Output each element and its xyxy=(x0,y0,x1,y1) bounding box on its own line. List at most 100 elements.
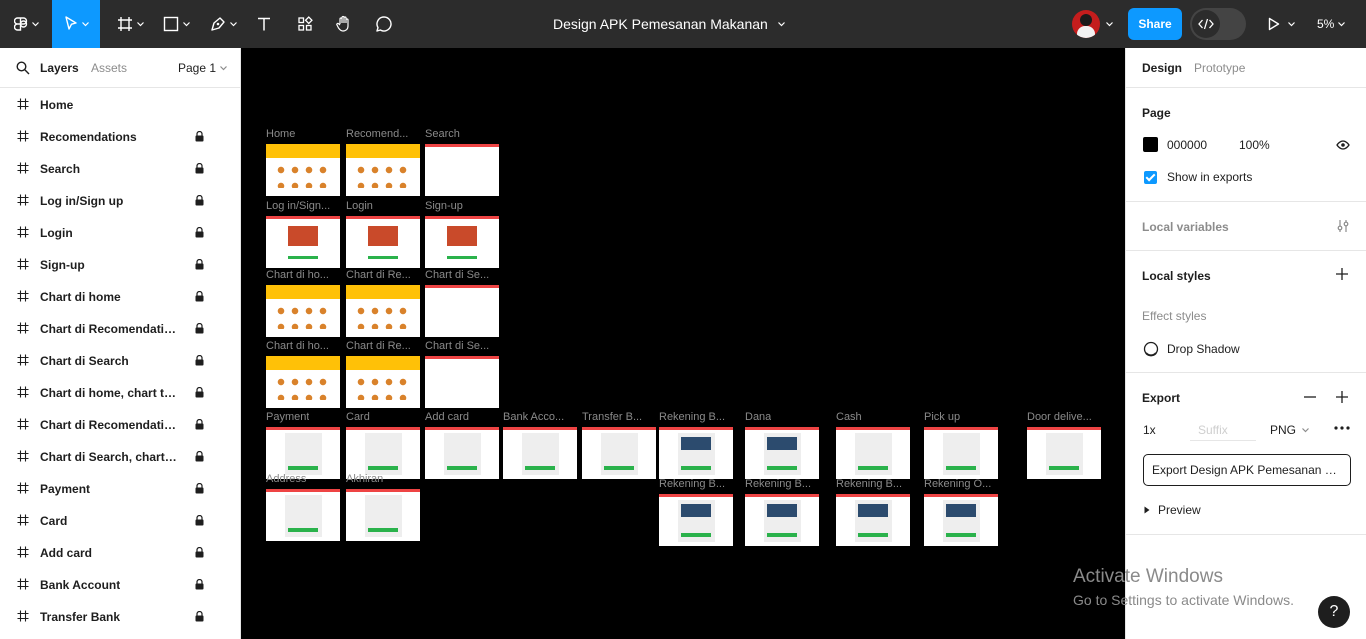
frame-thumbnail[interactable] xyxy=(745,494,819,546)
lock-icon[interactable] xyxy=(195,483,204,494)
frame-label[interactable]: Rekening B... xyxy=(659,478,725,490)
lock-icon[interactable] xyxy=(195,323,204,334)
export-button[interactable]: Export Design APK Pemesanan Makanan xyxy=(1143,454,1351,486)
layer-item[interactable]: Login xyxy=(0,217,240,249)
frame-label[interactable]: Rekening B... xyxy=(836,478,902,490)
frame-label[interactable]: Chart di Se... xyxy=(425,340,489,352)
frame-thumbnail[interactable] xyxy=(425,356,499,408)
share-button[interactable]: Share xyxy=(1128,8,1182,40)
frame-thumbnail[interactable] xyxy=(425,216,499,268)
pen-tool-button[interactable] xyxy=(205,0,241,48)
frame-label[interactable]: Door delive... xyxy=(1027,411,1092,423)
frame-label[interactable]: Add card xyxy=(425,411,469,423)
drop-shadow-style[interactable]: Drop Shadow xyxy=(1167,342,1240,356)
frame-thumbnail[interactable] xyxy=(425,285,499,337)
frame-thumbnail[interactable] xyxy=(425,427,499,479)
eye-icon[interactable] xyxy=(1336,140,1350,150)
present-button[interactable] xyxy=(1262,0,1300,48)
frame-label[interactable]: Search xyxy=(425,128,460,140)
lock-icon[interactable] xyxy=(195,451,204,462)
frame-label[interactable]: Chart di Re... xyxy=(346,269,411,281)
frame-thumbnail[interactable] xyxy=(836,494,910,546)
lock-icon[interactable] xyxy=(195,355,204,366)
frame-thumbnail[interactable] xyxy=(266,216,340,268)
multiplayer-menu-button[interactable] xyxy=(1102,0,1116,48)
frame-label[interactable]: Login xyxy=(346,200,373,212)
minus-icon[interactable] xyxy=(1304,396,1316,398)
layer-item[interactable]: Chart di Recomendations xyxy=(0,313,240,345)
page-opacity-value[interactable]: 100% xyxy=(1239,138,1270,152)
frame-thumbnail[interactable] xyxy=(924,494,998,546)
layer-item[interactable]: Log in/Sign up xyxy=(0,185,240,217)
lock-icon[interactable] xyxy=(195,163,204,174)
tab-design[interactable]: Design xyxy=(1142,61,1182,75)
lock-icon[interactable] xyxy=(195,195,204,206)
document-title-menu[interactable]: Design APK Pemesanan Makanan xyxy=(553,0,785,48)
resources-button[interactable] xyxy=(292,0,318,48)
tab-assets[interactable]: Assets xyxy=(91,61,127,75)
frame-thumbnail[interactable] xyxy=(745,427,819,479)
frame-label[interactable]: Rekening O... xyxy=(924,478,991,490)
frame-thumbnail[interactable] xyxy=(266,285,340,337)
frame-label[interactable]: Chart di ho... xyxy=(266,340,329,352)
export-suffix-input[interactable]: Suffix xyxy=(1190,417,1256,441)
frame-label[interactable]: Bank Acco... xyxy=(503,411,564,423)
frame-thumbnail[interactable] xyxy=(1027,427,1101,479)
layer-item[interactable]: Search xyxy=(0,153,240,185)
plus-icon[interactable] xyxy=(1336,268,1348,280)
layer-item[interactable]: Chart di home xyxy=(0,281,240,313)
page-color-swatch[interactable] xyxy=(1143,137,1158,152)
move-tool-button[interactable] xyxy=(52,0,100,48)
frame-tool-button[interactable] xyxy=(112,0,148,48)
layer-item[interactable]: Home xyxy=(0,89,240,121)
frame-thumbnail[interactable] xyxy=(836,427,910,479)
frame-thumbnail[interactable] xyxy=(266,356,340,408)
comment-tool-button[interactable] xyxy=(372,0,396,48)
lock-icon[interactable] xyxy=(195,547,204,558)
export-scale[interactable]: 1x xyxy=(1143,423,1156,437)
frame-thumbnail[interactable] xyxy=(346,285,420,337)
layer-item[interactable]: Add card xyxy=(0,537,240,569)
layer-item[interactable]: Chart di Recomendation... xyxy=(0,409,240,441)
frame-thumbnail[interactable] xyxy=(346,427,420,479)
frame-label[interactable]: Payment xyxy=(266,411,309,423)
lock-icon[interactable] xyxy=(195,131,204,142)
lock-icon[interactable] xyxy=(195,227,204,238)
layer-item[interactable]: Payment xyxy=(0,473,240,505)
frame-thumbnail[interactable] xyxy=(346,489,420,541)
layer-item[interactable]: Chart di home, chart terisi xyxy=(0,377,240,409)
design-canvas[interactable]: Home Recomend... Search Log in/Sign... Login… xyxy=(241,48,1125,639)
frame-label[interactable]: Address xyxy=(266,473,306,485)
layer-item[interactable]: Bank Account xyxy=(0,569,240,601)
frame-thumbnail[interactable] xyxy=(659,494,733,546)
tab-layers[interactable]: Layers xyxy=(40,61,79,75)
frame-label[interactable]: Home xyxy=(266,128,295,140)
frame-label[interactable]: Chart di Se... xyxy=(425,269,489,281)
page-color-value[interactable]: 000000 xyxy=(1167,138,1207,152)
frame-label[interactable]: Akhiran xyxy=(346,473,383,485)
frame-label[interactable]: Rekening B... xyxy=(745,478,811,490)
frame-thumbnail[interactable] xyxy=(924,427,998,479)
frame-thumbnail[interactable] xyxy=(346,144,420,196)
layer-item[interactable]: Recomendations xyxy=(0,121,240,153)
show-in-exports-checkbox[interactable] xyxy=(1144,171,1157,184)
lock-icon[interactable] xyxy=(195,515,204,526)
more-options-icon[interactable] xyxy=(1334,426,1350,430)
preview-toggle[interactable]: Preview xyxy=(1158,503,1201,517)
frame-label[interactable]: Dana xyxy=(745,411,771,423)
layer-item[interactable]: Transfer Bank xyxy=(0,601,240,633)
dev-mode-toggle[interactable] xyxy=(1190,8,1246,40)
layer-item[interactable]: Card xyxy=(0,505,240,537)
caret-right-icon[interactable] xyxy=(1144,506,1150,514)
variables-settings-icon[interactable] xyxy=(1336,219,1350,233)
plus-icon[interactable] xyxy=(1336,391,1348,403)
tab-prototype[interactable]: Prototype xyxy=(1194,61,1245,75)
user-avatar[interactable] xyxy=(1072,10,1100,38)
frame-thumbnail[interactable] xyxy=(503,427,577,479)
lock-icon[interactable] xyxy=(195,611,204,622)
frame-label[interactable]: Sign-up xyxy=(425,200,463,212)
frame-thumbnail[interactable] xyxy=(346,356,420,408)
frame-label[interactable]: Recomend... xyxy=(346,128,408,140)
lock-icon[interactable] xyxy=(195,291,204,302)
layer-item[interactable]: Chart di Search xyxy=(0,345,240,377)
